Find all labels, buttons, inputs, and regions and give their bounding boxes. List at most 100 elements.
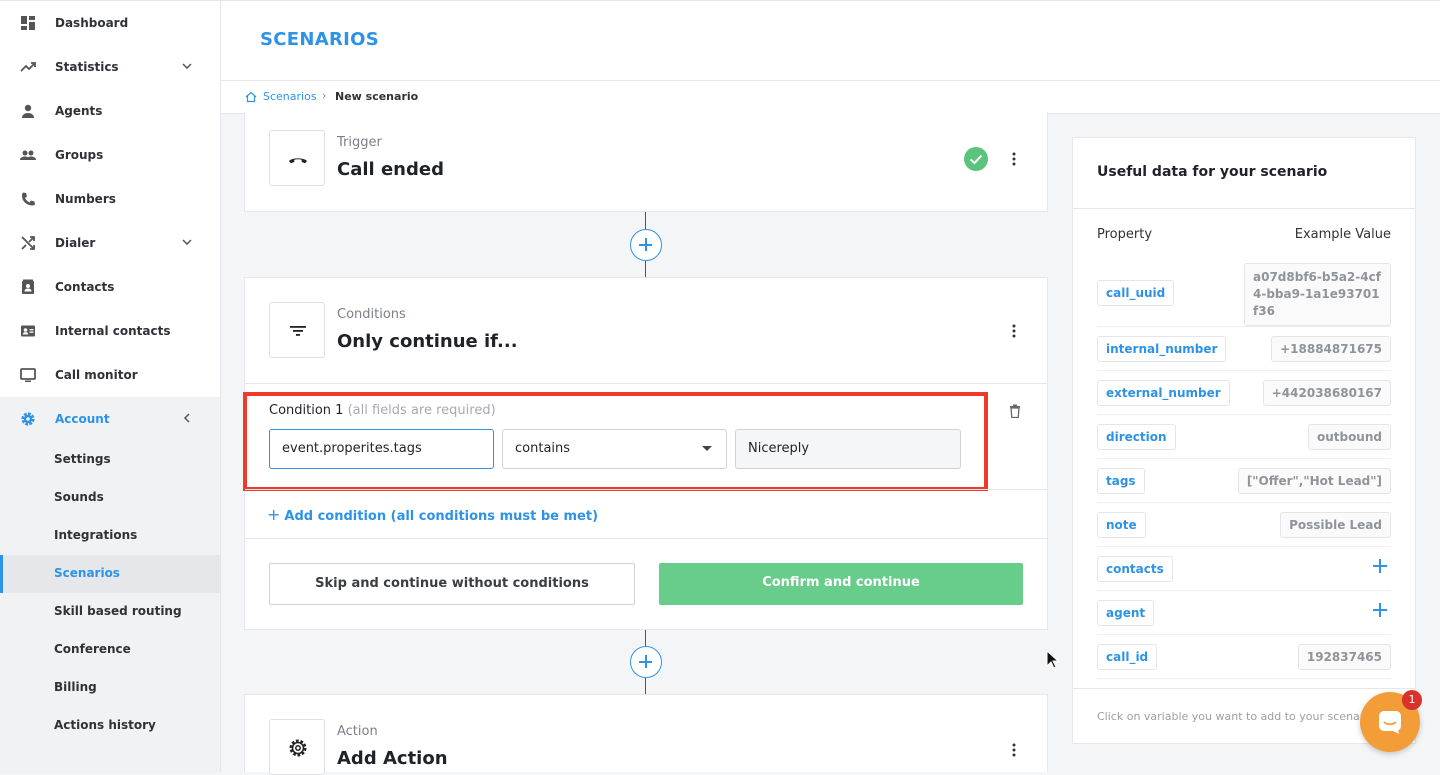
- sidebar-item-dialer[interactable]: Dialer: [0, 221, 220, 265]
- property-row: agent: [1097, 591, 1391, 635]
- trigger-label: Trigger: [337, 135, 382, 150]
- property-value: ["Offer","Hot Lead"]: [1237, 468, 1391, 494]
- caret-down-icon: [702, 446, 712, 451]
- gear-icon: [289, 739, 307, 757]
- add-step-button[interactable]: [630, 646, 662, 678]
- check-circle-icon: [964, 147, 988, 171]
- trigger-title: Call ended: [337, 159, 444, 180]
- property-tag-contacts[interactable]: contacts: [1097, 556, 1173, 582]
- condition-operator-select[interactable]: contains: [502, 429, 727, 469]
- conditions-menu-icon[interactable]: [1011, 324, 1017, 338]
- divider: [245, 383, 1047, 384]
- breadcrumb: Scenarios › New scenario: [221, 81, 1440, 114]
- condition-hint: (all fields are required): [347, 403, 496, 418]
- home-icon: [245, 91, 257, 103]
- id-card-icon: [21, 325, 35, 337]
- add-step-button[interactable]: [630, 229, 662, 261]
- shuffle-icon: [21, 236, 35, 250]
- conditions-icon-box: [269, 302, 325, 358]
- sidebar-subitem-sounds[interactable]: Sounds: [0, 479, 220, 517]
- sidebar-item-call-monitor[interactable]: Call monitor: [0, 353, 220, 397]
- sidebar-item-label: Numbers: [55, 192, 116, 206]
- trash-icon[interactable]: [1009, 404, 1021, 418]
- sidebar-item-numbers[interactable]: Numbers: [0, 177, 220, 221]
- property-tag-direction[interactable]: direction: [1097, 424, 1176, 450]
- conditions-label: Conditions: [337, 307, 406, 322]
- useful-data-panel: Useful data for your scenario Property E…: [1072, 137, 1416, 744]
- add-condition-label: Add condition (all conditions must be me…: [284, 509, 599, 524]
- sidebar: Dashboard Statistics Agents Groups Numbe…: [0, 0, 221, 773]
- sidebar-subitem-label: Skill based routing: [54, 604, 182, 618]
- gear-icon: [21, 412, 35, 426]
- sidebar-subitem-skill-based-routing[interactable]: Skill based routing: [0, 593, 220, 631]
- trigger-menu-icon[interactable]: [1011, 152, 1017, 166]
- breadcrumb-separator: ›: [322, 89, 327, 102]
- person-icon: [22, 104, 34, 118]
- sidebar-item-internal-contacts[interactable]: Internal contacts: [0, 309, 220, 353]
- sidebar-item-label: Call monitor: [55, 368, 138, 382]
- page-title: SCENARIOS: [260, 29, 379, 50]
- property-tag-agent[interactable]: agent: [1097, 600, 1155, 626]
- useful-data-title: Useful data for your scenario: [1097, 164, 1328, 180]
- dashboard-icon: [21, 16, 35, 30]
- sidebar-subitem-scenarios[interactable]: Scenarios: [0, 555, 220, 593]
- sidebar-subitem-integrations[interactable]: Integrations: [0, 517, 220, 555]
- action-card: Action Add Action: [244, 694, 1048, 775]
- action-icon-box: [269, 719, 325, 775]
- monitor-icon: [20, 368, 36, 382]
- divider: [245, 538, 1047, 539]
- sidebar-subitem-settings[interactable]: Settings: [0, 441, 220, 479]
- sidebar-subitem-label: Conference: [54, 642, 131, 656]
- sidebar-item-contacts[interactable]: Contacts: [0, 265, 220, 309]
- property-tag-call-id[interactable]: call_id: [1097, 644, 1158, 670]
- sidebar-item-dashboard[interactable]: Dashboard: [0, 1, 220, 45]
- example-column-header: Example Value: [1294, 227, 1391, 242]
- property-tag-tags[interactable]: tags: [1097, 468, 1145, 494]
- sidebar-item-label: Agents: [55, 104, 103, 118]
- sidebar-item-account[interactable]: Account: [0, 397, 220, 441]
- property-value: a07d8bf6-b5a2-4cf4-bba9-1a1e93701f36: [1244, 263, 1391, 326]
- people-icon: [20, 150, 36, 160]
- property-value: Possible Lead: [1280, 512, 1391, 538]
- sidebar-item-agents[interactable]: Agents: [0, 89, 220, 133]
- skip-conditions-button[interactable]: Skip and continue without conditions: [269, 563, 635, 605]
- property-row: call_uuid a07d8bf6-b5a2-4cf4-bba9-1a1e93…: [1097, 255, 1391, 327]
- condition-value-input[interactable]: Nicereply: [735, 429, 961, 469]
- sidebar-item-groups[interactable]: Groups: [0, 133, 220, 177]
- property-tag-external-number[interactable]: external_number: [1097, 380, 1230, 406]
- expand-plus-icon[interactable]: [1373, 559, 1387, 573]
- sidebar-subitem-billing[interactable]: Billing: [0, 669, 220, 707]
- trigger-card: Trigger Call ended: [244, 112, 1048, 212]
- property-tag-call-uuid[interactable]: call_uuid: [1097, 280, 1175, 306]
- breadcrumb-scenarios-link[interactable]: Scenarios: [263, 90, 317, 103]
- property-tag-internal-number[interactable]: internal_number: [1097, 336, 1227, 362]
- condition-label: Condition 1 (all fields are required): [269, 403, 496, 418]
- plus-icon: +: [267, 505, 281, 524]
- sidebar-subitem-actions-history[interactable]: Actions history: [0, 707, 220, 745]
- sidebar-subitem-conference[interactable]: Conference: [0, 631, 220, 669]
- confirm-continue-button[interactable]: Confirm and continue: [659, 563, 1023, 605]
- sidebar-item-label: Groups: [55, 148, 104, 162]
- sidebar-item-label: Contacts: [55, 280, 115, 294]
- property-value: 192837465: [1297, 644, 1391, 670]
- property-value: +442038680167: [1262, 380, 1391, 406]
- chat-notification-badge: 1: [1402, 690, 1422, 710]
- condition-property-input[interactable]: event.properites.tags: [269, 429, 494, 469]
- call-end-icon: [289, 158, 307, 164]
- chevron-left-icon: [183, 413, 190, 423]
- phone-icon: [22, 192, 35, 206]
- expand-plus-icon[interactable]: [1373, 603, 1387, 617]
- property-row: note Possible Lead: [1097, 503, 1391, 547]
- sidebar-subitem-label: Sounds: [54, 490, 104, 504]
- sidebar-item-label: Internal contacts: [55, 324, 171, 338]
- add-condition-link[interactable]: + Add condition (all conditions must be m…: [267, 505, 598, 524]
- sidebar-item-statistics[interactable]: Statistics: [0, 45, 220, 89]
- property-value: +18884871675: [1271, 336, 1391, 362]
- property-tag-note[interactable]: note: [1097, 512, 1146, 538]
- sidebar-item-label: Dashboard: [55, 16, 129, 30]
- action-menu-icon[interactable]: [1011, 743, 1017, 757]
- trending-up-icon: [20, 62, 36, 72]
- useful-data-footer: Click on variable you want to add to you…: [1097, 710, 1367, 723]
- chevron-down-icon: [182, 239, 192, 246]
- contacts-icon: [22, 279, 34, 294]
